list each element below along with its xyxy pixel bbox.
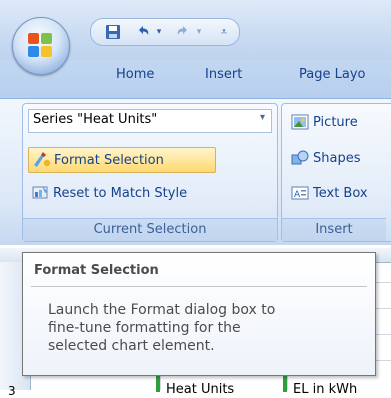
shapes-button[interactable]: Shapes	[291, 146, 360, 170]
screen-tip-divider	[31, 286, 367, 287]
reset-to-match-style-label: Reset to Match Style	[53, 185, 188, 201]
shapes-icon	[291, 150, 313, 166]
undo-icon[interactable]	[133, 23, 153, 41]
row-number: 3	[8, 384, 16, 398]
quick-access-toolbar: ▾ ▾ ⩡	[90, 18, 240, 46]
reset-to-match-style-button[interactable]: Reset to Match Style	[28, 181, 272, 205]
save-icon[interactable]	[103, 23, 123, 41]
redo-icon[interactable]	[173, 23, 193, 41]
screen-tip: Format Selection Launch the Format dialo…	[22, 252, 376, 376]
series-range-marker	[156, 374, 160, 392]
chart-elements-dropdown[interactable]: Series "Heat Units" ▾	[28, 109, 272, 133]
insert-group-label: Insert	[282, 218, 386, 241]
screen-tip-title: Format Selection	[34, 263, 159, 278]
chevron-down-icon: ▾	[259, 112, 265, 123]
format-selection-button[interactable]: Format Selection	[28, 147, 216, 173]
redo-dropdown-icon[interactable]: ▾	[193, 23, 205, 41]
picture-icon	[291, 114, 313, 130]
picture-button[interactable]: Picture	[291, 110, 358, 134]
format-selection-icon	[32, 150, 54, 170]
format-selection-label: Format Selection	[54, 152, 164, 168]
customize-qat-icon[interactable]: ⩡	[217, 23, 231, 41]
screen-tip-line: Launch the Format dialog box to	[48, 302, 276, 318]
screen-tip-line: selected chart element.	[48, 338, 215, 354]
undo-dropdown-icon[interactable]: ▾	[153, 23, 165, 41]
text-box-label: Text Box	[313, 185, 368, 201]
screen-tip-body: Launch the Format dialog box to fine-tun…	[48, 301, 368, 355]
office-logo-icon	[28, 33, 54, 59]
text-box-icon: A	[291, 185, 313, 201]
office-button[interactable]	[12, 17, 70, 75]
tab-home[interactable]: Home	[116, 67, 154, 89]
tab-insert[interactable]: Insert	[205, 67, 242, 89]
series-range-marker	[283, 374, 287, 392]
tab-page-layout[interactable]: Page Layo	[299, 67, 365, 89]
text-box-button[interactable]: A Text Box	[291, 181, 368, 205]
reset-style-icon	[31, 183, 53, 203]
picture-label: Picture	[313, 114, 358, 130]
screen-tip-line: fine-tune formatting for the	[48, 320, 241, 336]
chart-elements-dropdown-value: Series "Heat Units"	[33, 112, 158, 127]
shapes-label: Shapes	[313, 150, 361, 166]
svg-text:A: A	[294, 190, 301, 200]
current-selection-group-label: Current Selection	[23, 218, 277, 241]
